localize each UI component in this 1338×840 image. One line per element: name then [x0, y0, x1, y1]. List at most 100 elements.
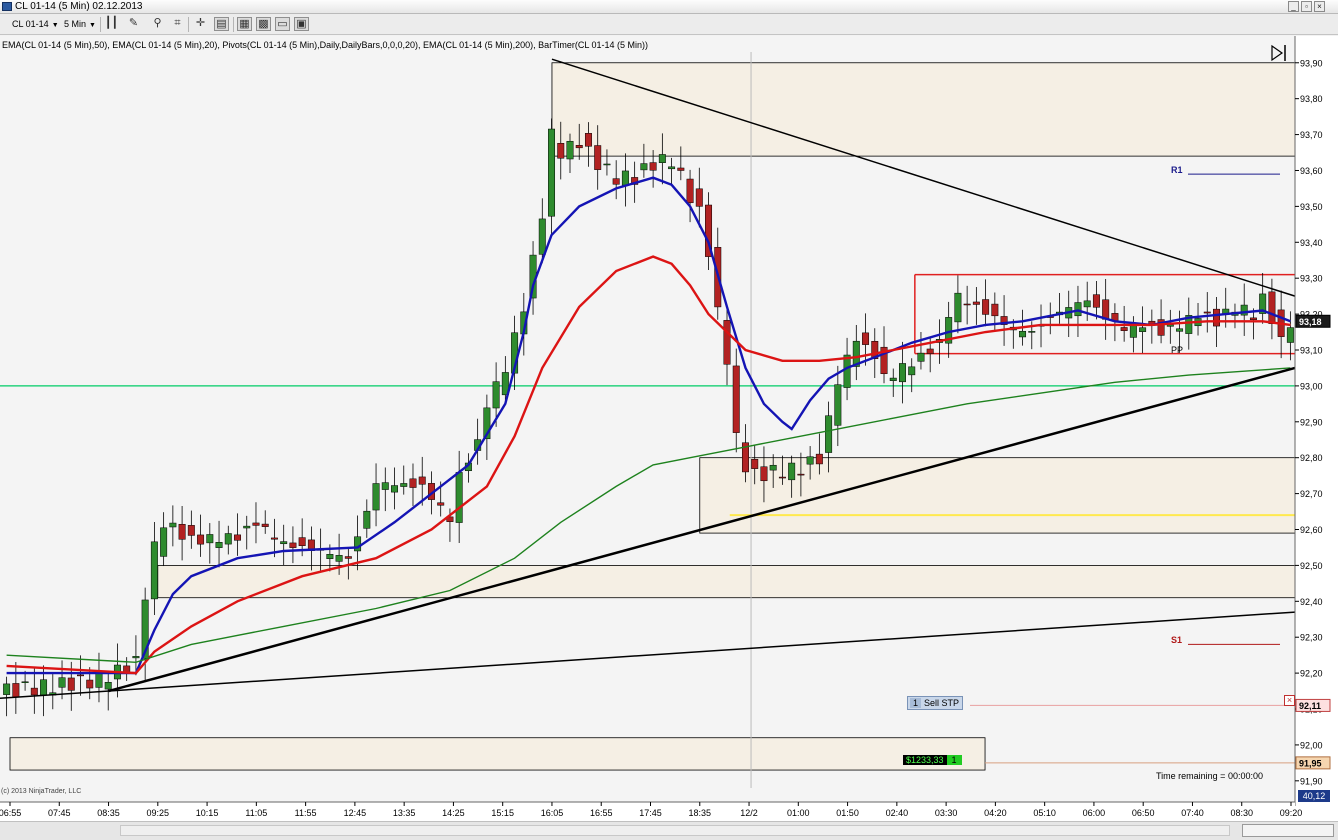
chart-canvas[interactable]: 93,9093,8093,7093,6093,5093,4093,3093,20…: [0, 36, 1338, 821]
candle-body: [326, 554, 334, 559]
position-quantity: 1: [946, 755, 962, 765]
close-button[interactable]: ×: [1314, 1, 1325, 12]
chart-tab[interactable]: [1242, 824, 1334, 837]
chart-toolbar: CL 01-14 ▼ 5 Min ▼ ┃┃ ✎ ⚲ ⌗ ✛ ▤ ▦ ▩ ▭ ▣: [0, 14, 1338, 35]
time-tick-label: 07:40: [1181, 808, 1204, 818]
candle-body: [1286, 327, 1294, 343]
candle-body: [243, 525, 251, 529]
candle-body: [86, 679, 94, 689]
candle-body: [492, 381, 500, 409]
candle-body: [1019, 330, 1027, 338]
candle-body: [58, 677, 66, 688]
candle-body: [1213, 308, 1220, 327]
time-tick-label: 10:15: [196, 808, 219, 818]
toolbar-divider: [188, 17, 189, 32]
candle-body: [834, 384, 842, 426]
price-chart[interactable]: 93,90 93,80 93,70 93,60 93,50 93,40 93,30 93,20…: [0, 36, 1338, 840]
sell-stop-order-tag[interactable]: 1 Sell STP: [907, 696, 964, 710]
minimize-button[interactable]: _: [1288, 1, 1299, 12]
copyright-text: (c) 2013 NinjaTrader, LLC: [1, 788, 82, 795]
price-tick-label: 92,70: [1300, 489, 1323, 499]
time-tick-label: 17:45: [639, 808, 662, 818]
time-tick-label: 11:55: [295, 808, 317, 818]
candle-body: [1102, 299, 1110, 320]
candle-body: [695, 188, 703, 207]
time-tick-label: 01:00: [787, 808, 810, 818]
current-price-marker-label: 93,18: [1299, 317, 1322, 327]
candle-body: [95, 673, 103, 688]
time-tick-label: 04:20: [984, 808, 1007, 818]
horizontal-scrollbar[interactable]: [120, 825, 1230, 836]
candle-body: [67, 677, 75, 691]
candle-body: [723, 320, 731, 365]
price-tick-label: 92,20: [1300, 669, 1323, 679]
chart-window-icon: [2, 2, 12, 11]
candle-body: [649, 162, 657, 171]
candle-body: [658, 154, 666, 163]
interval-selector[interactable]: 5 Min ▼: [62, 17, 98, 31]
time-tick-label: 03:30: [935, 808, 958, 818]
pnl-amount: $1233,33: [903, 755, 947, 765]
time-tick-label: 05:10: [1033, 808, 1056, 818]
time-tick-label: 09:20: [1280, 808, 1303, 818]
time-tick-label: 13:35: [393, 808, 416, 818]
candle-body: [30, 687, 38, 696]
scale-value-tag: 40,12: [1298, 790, 1330, 802]
candle-body: [889, 377, 897, 381]
pencil-icon[interactable]: ✎: [126, 17, 141, 31]
candle-body: [252, 522, 260, 526]
candle-body: [1074, 302, 1082, 317]
candle-body: [751, 458, 759, 469]
zoom-icon[interactable]: ▭: [275, 17, 290, 31]
candle-body: [1139, 327, 1147, 332]
time-tick-label: 18:35: [689, 808, 712, 818]
restore-button[interactable]: ▫: [1301, 1, 1312, 12]
price-tick-label: 93,90: [1300, 58, 1323, 68]
price-tick-label: 93,40: [1300, 238, 1323, 248]
indicators-icon[interactable]: ⚲: [150, 17, 165, 31]
crosshair-icon[interactable]: ✛: [193, 17, 208, 31]
candle-body: [150, 541, 158, 600]
instrument-selector[interactable]: CL 01-14 ▼: [10, 17, 61, 31]
cancel-order-icon[interactable]: ×: [1284, 695, 1295, 706]
candle-body: [381, 482, 389, 490]
candle-body: [1203, 311, 1211, 314]
screenshot-icon[interactable]: ▣: [294, 17, 309, 31]
properties-icon[interactable]: ▩: [256, 17, 271, 31]
price-tick-label: 92,50: [1300, 561, 1323, 571]
price-tick-label: 93,30: [1300, 274, 1323, 284]
candle-body: [972, 301, 980, 305]
price-tick-label: 93,60: [1300, 166, 1323, 176]
price-tick-label: 93,10: [1300, 345, 1323, 355]
candle-body: [197, 534, 205, 545]
time-tick-label: 16:05: [541, 808, 564, 818]
price-tick-label: 93,00: [1300, 381, 1323, 391]
time-tick-label: 09:25: [147, 808, 170, 818]
candle-body: [224, 533, 232, 545]
chevron-down-icon: ▼: [51, 22, 59, 29]
candle-body: [917, 352, 925, 362]
candle-body: [926, 348, 934, 355]
position-pnl-tag[interactable]: $1233,33 1: [903, 754, 962, 766]
candle-body: [788, 462, 796, 481]
candle-body: [1120, 327, 1128, 331]
candle-body: [77, 674, 84, 677]
candle-body: [104, 681, 112, 690]
candle-body: [640, 163, 648, 171]
bar-type-icon[interactable]: ┃┃: [104, 17, 119, 31]
candle-body: [584, 133, 592, 147]
candle-body: [12, 683, 20, 698]
time-tick-label: 01:50: [836, 808, 859, 818]
candle-body: [594, 145, 602, 170]
chart-trader-icon[interactable]: ▦: [237, 17, 252, 31]
time-tick-label: 11:05: [245, 808, 267, 818]
time-tick-label: 12/2: [740, 808, 758, 818]
data-box-icon[interactable]: ▤: [214, 17, 229, 31]
interval-value: 5 Min: [64, 19, 87, 29]
price-tick-label: 93,70: [1300, 130, 1323, 140]
candle-body: [206, 534, 214, 544]
candle-body: [418, 476, 426, 485]
strategy-icon[interactable]: ⌗: [170, 17, 185, 31]
candle-body: [760, 466, 768, 482]
candle-body: [963, 303, 971, 306]
